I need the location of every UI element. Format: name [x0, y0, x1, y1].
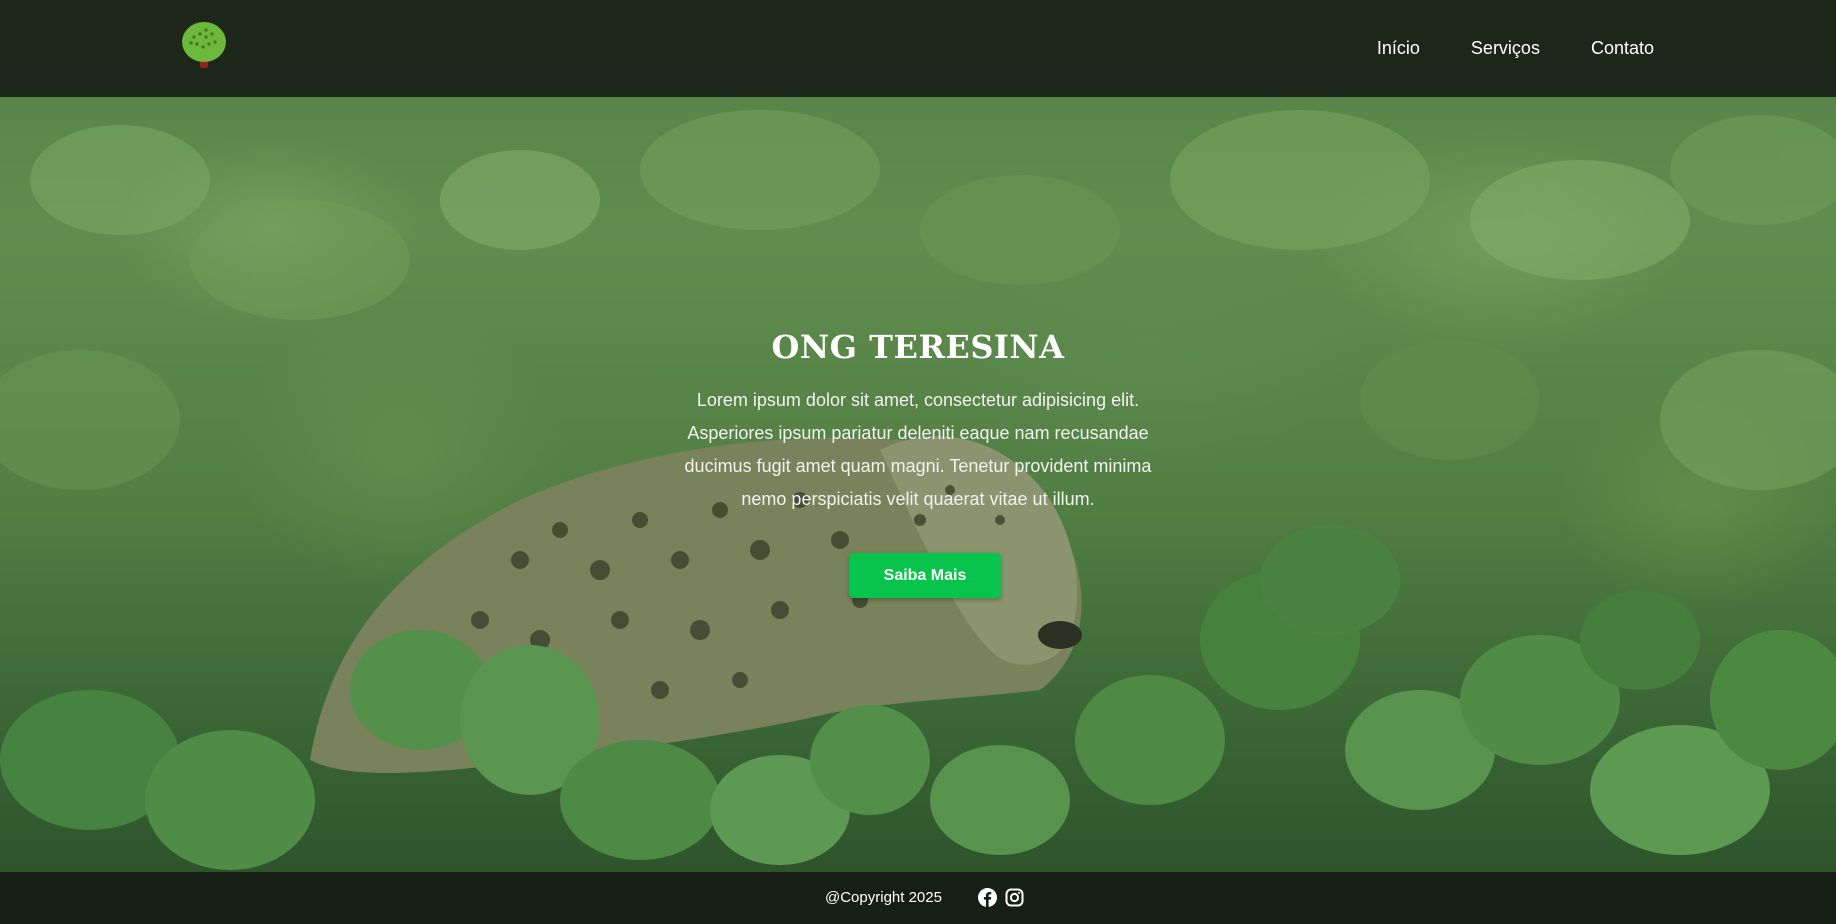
site-header: Início Serviços Contato: [0, 0, 1836, 97]
instagram-icon[interactable]: [1005, 888, 1024, 907]
site-footer: @Copyright 2025: [0, 872, 1836, 924]
tree-icon[interactable]: [181, 20, 227, 70]
facebook-icon[interactable]: [978, 888, 997, 907]
nav-link-servicos[interactable]: Serviços: [1471, 36, 1540, 60]
copyright-text: @Copyright 2025: [825, 889, 942, 906]
social-links: [978, 888, 1024, 907]
main-nav: Início Serviços Contato: [1377, 36, 1654, 60]
hero-section: ONG TERESINA Lorem ipsum dolor sit amet,…: [0, 97, 1836, 872]
hero-description: Lorem ipsum dolor sit amet, consectetur …: [684, 390, 1152, 509]
saiba-mais-button[interactable]: Saiba Mais: [849, 553, 1001, 598]
page: Início Serviços Contato ONG TERESINA Lor…: [0, 0, 1836, 924]
nav-link-contato[interactable]: Contato: [1591, 36, 1654, 60]
hero-title: ONG TERESINA: [771, 328, 1065, 366]
nav-link-inicio[interactable]: Início: [1377, 36, 1420, 60]
